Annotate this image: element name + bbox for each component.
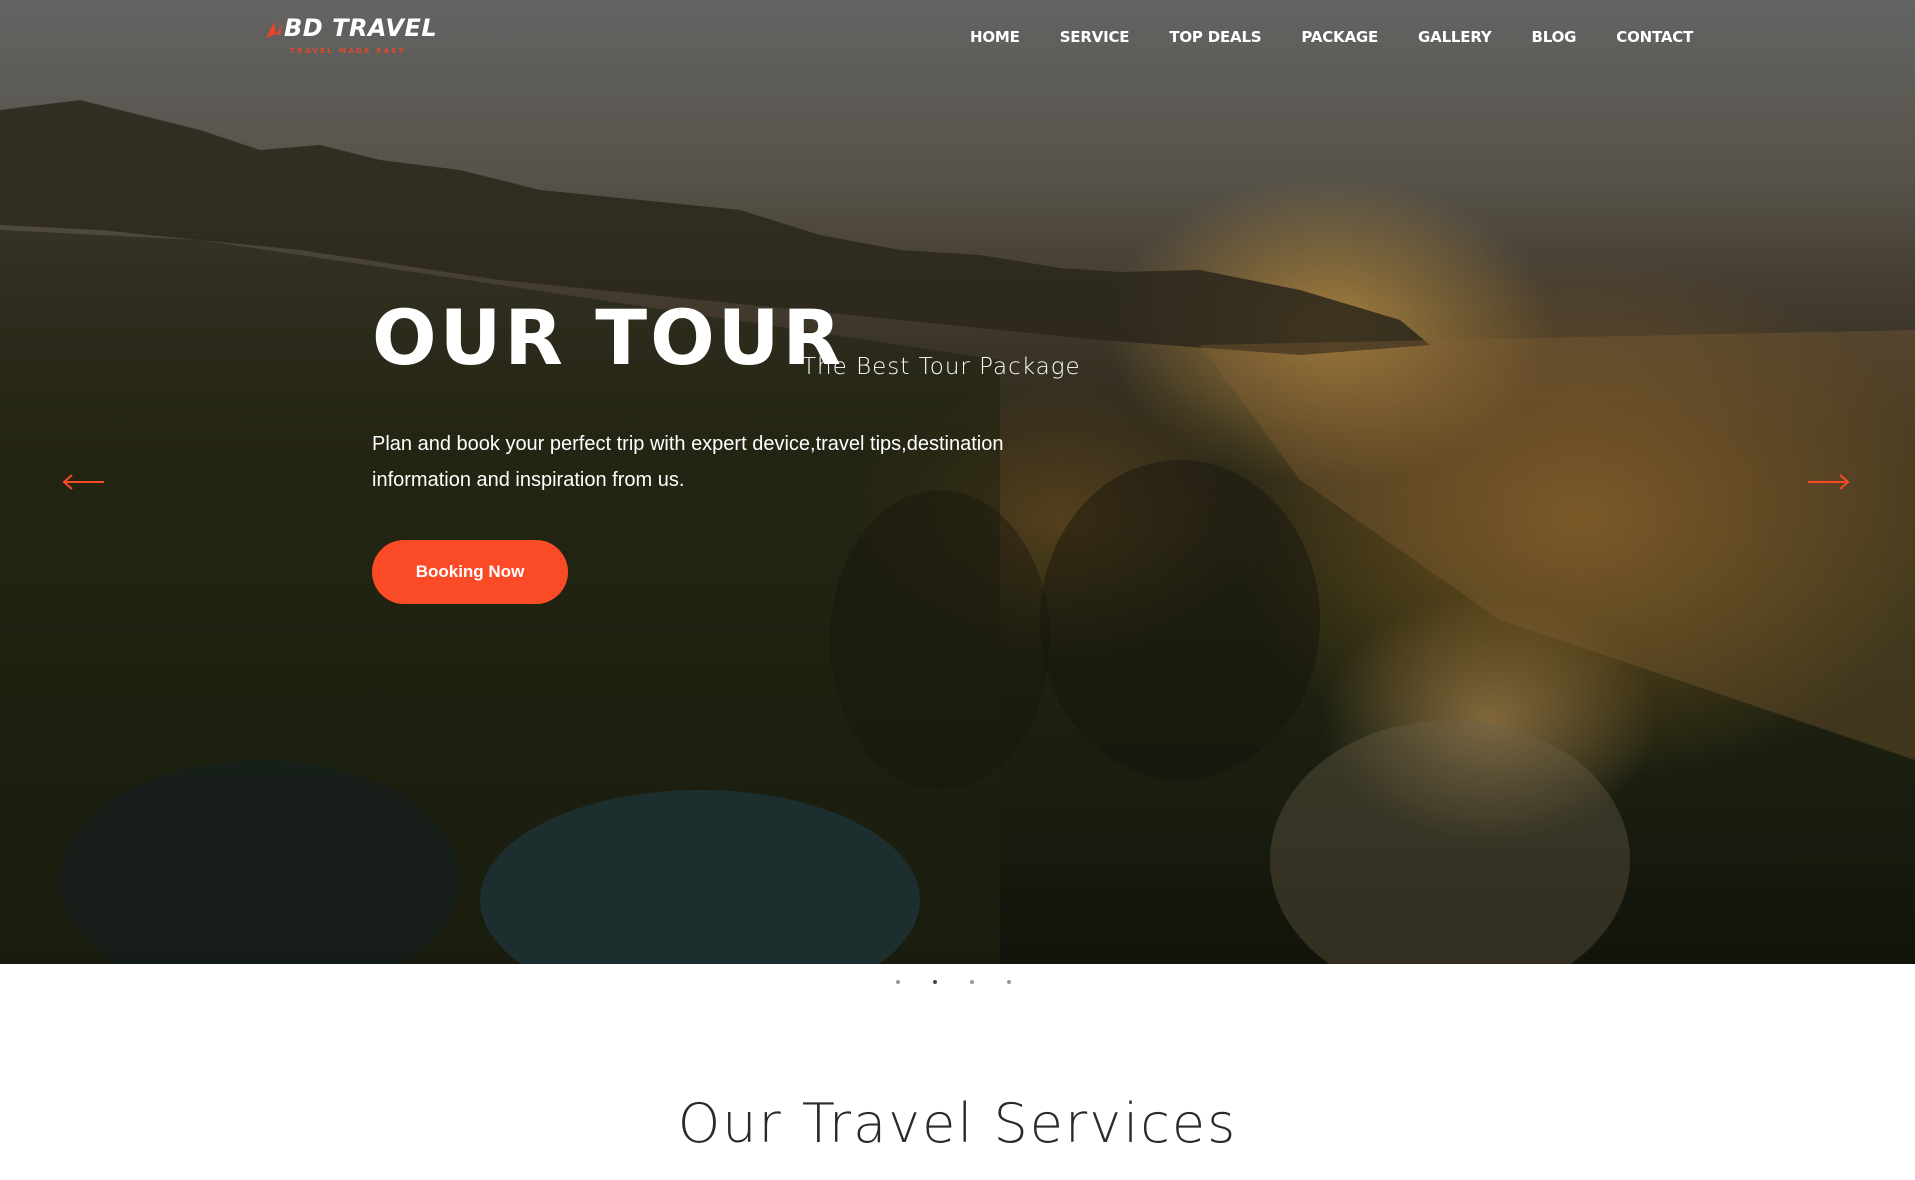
slider-dot-2[interactable] [933, 980, 937, 984]
slider-dot-4[interactable] [1007, 980, 1011, 984]
hero-subtitle: The Best Tour Package [802, 354, 1081, 380]
slider-pagination [896, 980, 1011, 984]
slider-dot-3[interactable] [970, 980, 974, 984]
plane-icon [266, 22, 282, 38]
nav-item-package[interactable]: PACKAGE [1281, 28, 1398, 46]
booking-now-button[interactable]: Booking Now [372, 540, 568, 604]
services-section-title: Our Travel Services [677, 1092, 1238, 1155]
hero-slider: BD TRAVEL TRAVEL MADE EASY HOME SERVICE … [0, 0, 1915, 964]
hero-title: OUR TOUR [372, 293, 844, 382]
nav-item-blog[interactable]: BLOG [1512, 28, 1597, 46]
slider-next-button[interactable] [1806, 472, 1852, 497]
brand-name: BD TRAVEL [284, 14, 438, 42]
slider-prev-button[interactable] [60, 472, 106, 497]
nav-item-contact[interactable]: CONTACT [1596, 28, 1713, 46]
hero-description: Plan and book your perfect trip with exp… [372, 433, 1004, 491]
nav-item-home[interactable]: HOME [950, 28, 1040, 46]
arrow-left-icon [62, 474, 104, 490]
nav-item-gallery[interactable]: GALLERY [1398, 28, 1511, 46]
nav-item-top-deals[interactable]: TOP DEALS [1149, 28, 1281, 46]
brand-logo[interactable]: BD TRAVEL TRAVEL MADE EASY [264, 14, 438, 60]
main-nav: HOME SERVICE TOP DEALS PACKAGE GALLERY B… [950, 28, 1713, 46]
brand-tagline: TRAVEL MADE EASY [290, 47, 407, 55]
slider-dot-1[interactable] [896, 980, 900, 984]
arrow-right-icon [1808, 474, 1850, 490]
nav-item-service[interactable]: SERVICE [1040, 28, 1150, 46]
